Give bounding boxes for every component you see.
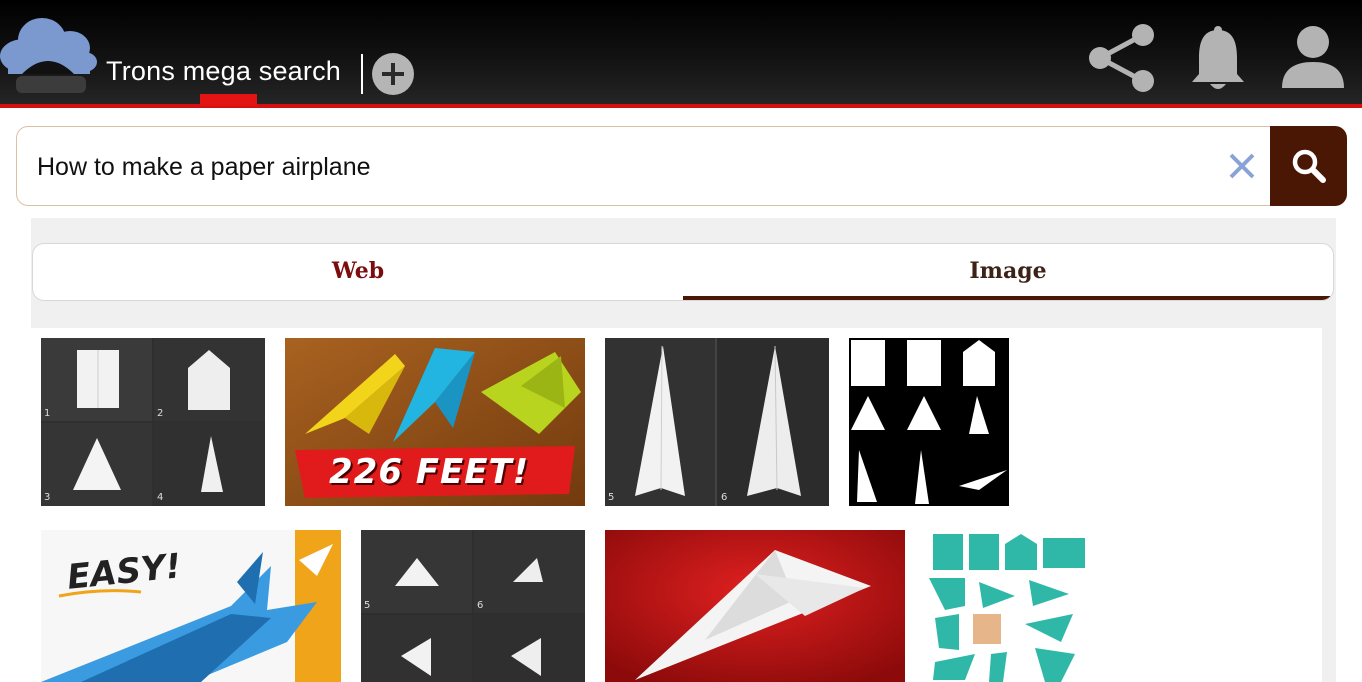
image-result[interactable]: 226 FEET!: [285, 338, 585, 506]
active-tab-indicator: [683, 296, 1333, 300]
step-number: 1: [44, 408, 51, 419]
tab-web[interactable]: Web: [33, 244, 683, 300]
results-side-bar: [1322, 328, 1336, 682]
search-icon: [1292, 149, 1326, 183]
clear-icon[interactable]: [1226, 150, 1258, 182]
tab-image[interactable]: Image: [683, 244, 1333, 300]
step-number: 5: [608, 492, 615, 503]
active-tab-underline: [200, 94, 257, 106]
cloud-logo-icon[interactable]: [0, 18, 98, 98]
image-result[interactable]: [605, 530, 905, 682]
plus-icon: [382, 63, 404, 85]
app-title[interactable]: Trons mega search: [106, 56, 341, 87]
search-button[interactable]: [1270, 126, 1347, 206]
step-number: 5: [364, 600, 371, 611]
image-caption: 226 FEET!: [329, 452, 530, 492]
step-number: 3: [44, 492, 51, 503]
add-tab-button[interactable]: [372, 53, 414, 95]
image-result[interactable]: 5 6: [605, 338, 829, 506]
image-result[interactable]: 5 6: [361, 530, 585, 682]
user-icon[interactable]: [1280, 24, 1346, 90]
search-input[interactable]: [37, 147, 1217, 187]
bell-icon[interactable]: [1188, 24, 1248, 92]
step-number: 4: [157, 492, 164, 503]
search-box: [16, 126, 1274, 206]
image-result[interactable]: [849, 338, 1009, 506]
step-number: 2: [157, 408, 164, 419]
image-result[interactable]: EASY!: [41, 530, 341, 682]
result-tabs: Web Image: [32, 243, 1334, 301]
image-result[interactable]: 1 2 3 4: [41, 338, 265, 506]
image-result[interactable]: [925, 530, 1095, 682]
step-number: 6: [477, 600, 484, 611]
title-divider: [361, 54, 363, 94]
step-number: 6: [721, 492, 728, 503]
share-icon[interactable]: [1086, 22, 1158, 94]
